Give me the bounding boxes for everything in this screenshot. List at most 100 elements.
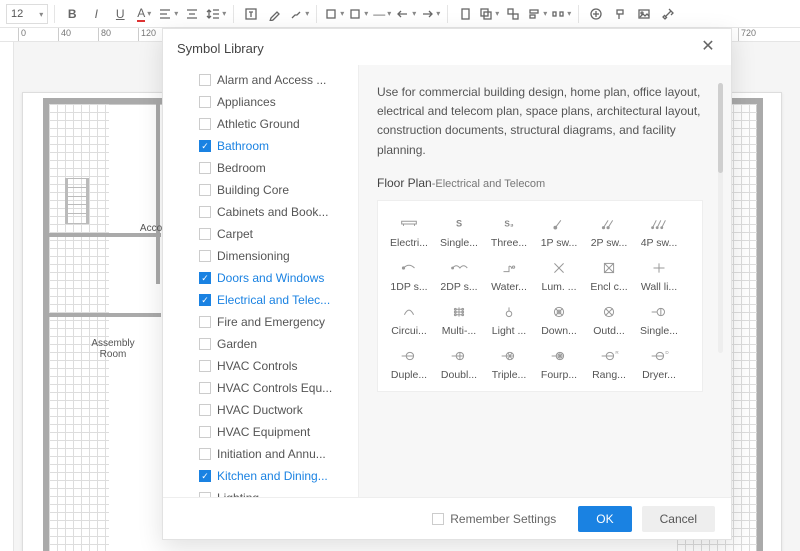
symbol-item[interactable]: Circui... — [384, 299, 434, 337]
category-item[interactable]: Initiation and Annu... — [199, 443, 358, 465]
symbol-item[interactable]: 4P sw... — [634, 211, 684, 249]
category-item[interactable]: Appliances — [199, 91, 358, 113]
category-label: Bedroom — [217, 161, 266, 175]
category-item[interactable]: HVAC Controls — [199, 355, 358, 377]
fill-button[interactable] — [323, 3, 345, 25]
checkbox-icon — [199, 382, 211, 394]
symbol-item[interactable]: Lum. ... — [534, 255, 584, 293]
category-item[interactable]: Carpet — [199, 223, 358, 245]
symbol-item[interactable]: Doubl... — [434, 343, 484, 381]
checkbox-icon — [199, 294, 211, 306]
text-color-button[interactable]: A — [133, 3, 155, 25]
align-button[interactable] — [157, 3, 179, 25]
symbol-item[interactable]: Electri... — [384, 211, 434, 249]
stroke-button[interactable] — [347, 3, 369, 25]
group-button[interactable] — [502, 3, 524, 25]
remember-settings-checkbox[interactable]: Remember Settings — [432, 512, 556, 526]
symbol-item[interactable]: Encl c... — [584, 255, 634, 293]
checkbox-icon — [199, 96, 211, 108]
category-list[interactable]: Alarm and Access ... Appliances Athletic G… — [163, 65, 359, 497]
symbol-item[interactable]: Duple... — [384, 343, 434, 381]
symbol-item[interactable]: DDryer... — [634, 343, 684, 381]
image-button[interactable] — [633, 3, 655, 25]
symbol-label: Single... — [434, 237, 484, 249]
vertical-ruler — [0, 42, 14, 551]
category-item[interactable]: Dimensioning — [199, 245, 358, 267]
category-item[interactable]: Electrical and Telec... — [199, 289, 358, 311]
lum-icon — [534, 255, 584, 281]
category-item[interactable]: Kitchen and Dining... — [199, 465, 358, 487]
italic-button[interactable]: I — [85, 3, 107, 25]
1dp-s-icon — [384, 255, 434, 281]
single2-icon — [634, 299, 684, 325]
category-label: Bathroom — [217, 139, 269, 153]
tools-button[interactable] — [657, 3, 679, 25]
line-style-button[interactable]: — — [371, 3, 393, 25]
category-item[interactable]: Lighting — [199, 487, 358, 497]
symbol-item[interactable]: Down... — [534, 299, 584, 337]
add-on-button[interactable] — [585, 3, 607, 25]
room-label-assembly: Assembly Room — [83, 338, 143, 360]
category-item[interactable]: HVAC Equipment — [199, 421, 358, 443]
symbol-item[interactable]: 2P sw... — [584, 211, 634, 249]
symbol-item[interactable]: Single... — [634, 299, 684, 337]
symbol-item[interactable]: Triple... — [484, 343, 534, 381]
symbol-item[interactable]: Multi-... — [434, 299, 484, 337]
symbol-label: Outd... — [584, 325, 634, 337]
connector-button[interactable] — [288, 3, 310, 25]
font-size-selector[interactable]: 12 — [6, 4, 48, 24]
distribute-button[interactable] — [550, 3, 572, 25]
symbol-item[interactable]: Water... — [484, 255, 534, 293]
category-item[interactable]: Doors and Windows — [199, 267, 358, 289]
category-label: HVAC Equipment — [217, 425, 310, 439]
circui-icon — [384, 299, 434, 325]
symbol-label: Encl c... — [584, 281, 634, 293]
symbol-label: Doubl... — [434, 369, 484, 381]
arrange-button[interactable] — [478, 3, 500, 25]
category-item[interactable]: Athletic Ground — [199, 113, 358, 135]
underline-button[interactable]: U — [109, 3, 131, 25]
pen-tool-button[interactable] — [264, 3, 286, 25]
three-icon: S₃ — [484, 211, 534, 237]
cancel-button[interactable]: Cancel — [642, 506, 715, 532]
1p-sw-icon — [534, 211, 584, 237]
wall-li-icon — [634, 255, 684, 281]
symbol-item[interactable]: 1P sw... — [534, 211, 584, 249]
symbol-item[interactable]: Fourp... — [534, 343, 584, 381]
bold-button[interactable]: B — [61, 3, 83, 25]
close-icon[interactable]: ✕ — [699, 39, 717, 57]
category-item[interactable]: Garden — [199, 333, 358, 355]
category-item[interactable]: Building Core — [199, 179, 358, 201]
ok-button[interactable]: OK — [578, 506, 631, 532]
category-item[interactable]: Alarm and Access ... — [199, 69, 358, 91]
category-label: Appliances — [217, 95, 276, 109]
symbol-item[interactable]: RRang... — [584, 343, 634, 381]
category-label: Lighting — [217, 491, 259, 497]
category-item[interactable]: HVAC Controls Equ... — [199, 377, 358, 399]
category-label: Carpet — [217, 227, 253, 241]
arrow-end-button[interactable] — [419, 3, 441, 25]
symbol-item[interactable]: SSingle... — [434, 211, 484, 249]
symbol-label: 2P sw... — [584, 237, 634, 249]
category-item[interactable]: Fire and Emergency — [199, 311, 358, 333]
arrow-start-button[interactable] — [395, 3, 417, 25]
align-center-button[interactable] — [181, 3, 203, 25]
scrollbar-thumb[interactable] — [718, 83, 723, 173]
symbol-item[interactable]: Outd... — [584, 299, 634, 337]
symbol-item[interactable]: S₃Three... — [484, 211, 534, 249]
category-item[interactable]: Cabinets and Book... — [199, 201, 358, 223]
text-box-button[interactable] — [240, 3, 262, 25]
symbol-item[interactable]: Light ... — [484, 299, 534, 337]
category-item[interactable]: HVAC Ductwork — [199, 399, 358, 421]
line-height-button[interactable] — [205, 3, 227, 25]
category-item[interactable]: Bedroom — [199, 157, 358, 179]
format-painter-button[interactable] — [609, 3, 631, 25]
symbol-item[interactable]: 1DP s... — [384, 255, 434, 293]
symbol-item[interactable]: 2DP s... — [434, 255, 484, 293]
symbol-item[interactable]: Wall li... — [634, 255, 684, 293]
symbol-label: 1DP s... — [384, 281, 434, 293]
symbol-label: Light ... — [484, 325, 534, 337]
category-item[interactable]: Bathroom — [199, 135, 358, 157]
align-shapes-button[interactable] — [526, 3, 548, 25]
page-setup-button[interactable] — [454, 3, 476, 25]
